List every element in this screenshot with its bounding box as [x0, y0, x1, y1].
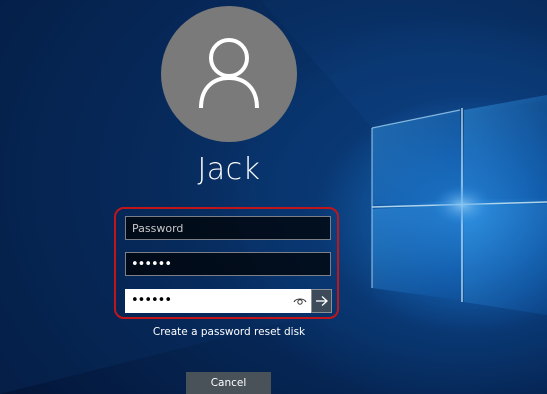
new-password-field[interactable] [125, 252, 331, 276]
confirm-password-field[interactable]: •••••• [125, 289, 311, 313]
cancel-button[interactable]: Cancel [186, 372, 271, 394]
submit-button[interactable] [311, 289, 332, 313]
eye-icon[interactable] [293, 295, 307, 307]
confirm-password-value: •••••• [131, 293, 172, 308]
reset-disk-link[interactable]: Create a password reset disk [140, 326, 318, 338]
lock-screen: Jack •••••• •••••• Create a password res… [0, 0, 547, 394]
user-name: Jack [197, 152, 261, 187]
person-icon [199, 38, 259, 109]
arrow-right-icon [316, 296, 328, 306]
user-avatar [161, 6, 297, 142]
password-field[interactable] [125, 216, 331, 240]
